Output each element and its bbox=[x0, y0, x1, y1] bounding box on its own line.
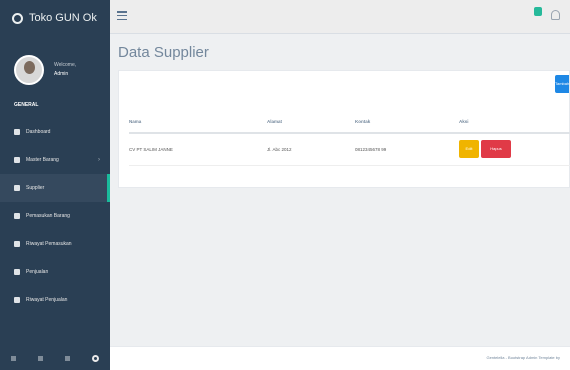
history-icon bbox=[14, 241, 20, 247]
sidebar-footer bbox=[0, 346, 110, 370]
add-supplier-button[interactable]: Tambah bbox=[555, 75, 569, 93]
footer: Gentelella - Bootstrap Admin Template by bbox=[110, 346, 570, 370]
sidebar-menu: Dashboard Master Barang › Supplier Pemas… bbox=[0, 118, 110, 314]
power-icon[interactable] bbox=[92, 354, 99, 362]
content-panel: Tambah Nama Alamat Kontak Aksi CV PT SAL… bbox=[118, 70, 570, 188]
fullscreen-icon[interactable] bbox=[38, 355, 43, 361]
cell-aksi: Edit Hapus bbox=[459, 133, 570, 166]
sidebar-item-pemasukan-barang[interactable]: Pemasukan Barang bbox=[0, 202, 110, 230]
sidebar-item-label: Pemasukan Barang bbox=[26, 213, 70, 219]
table-header-row: Nama Alamat Kontak Aksi bbox=[129, 111, 570, 134]
cell-nama: CV PT SALIM JANNE bbox=[129, 133, 267, 166]
sidebar-item-label: Master Barang bbox=[26, 157, 59, 163]
clock-icon bbox=[14, 297, 20, 303]
sidebar-item-riwayat-penjualan[interactable]: Riwayat Penjualan bbox=[0, 286, 110, 314]
chart-icon bbox=[14, 269, 20, 275]
footer-text: Gentelella - Bootstrap Admin Template by bbox=[486, 355, 560, 360]
chevron-icon: › bbox=[98, 157, 100, 163]
settings-icon[interactable] bbox=[11, 355, 16, 361]
sidebar-item-label: Riwayat Pemasukan bbox=[26, 241, 72, 247]
sidebar-section-title: GENERAL bbox=[14, 102, 39, 108]
sidebar-item-master-barang[interactable]: Master Barang › bbox=[0, 146, 110, 174]
profile-welcome: Welcome, bbox=[54, 62, 77, 68]
table-row: CV PT SALIM JANNE Jl. Abc 2012 081234567… bbox=[129, 133, 570, 166]
user-icon[interactable] bbox=[551, 10, 560, 20]
paw-icon bbox=[12, 12, 23, 24]
lock-icon[interactable] bbox=[65, 355, 70, 361]
sidebar-item-riwayat-pemasukan[interactable]: Riwayat Pemasukan bbox=[0, 230, 110, 258]
column-header-nama: Nama bbox=[129, 111, 267, 134]
page-title: Data Supplier bbox=[118, 44, 209, 61]
profile: Welcome, Admin bbox=[0, 36, 110, 96]
profile-text: Welcome, Admin bbox=[54, 61, 76, 79]
delete-button[interactable]: Hapus bbox=[481, 140, 511, 159]
brand-title: Toko GUN Ok bbox=[29, 12, 97, 24]
desktop-icon bbox=[14, 157, 20, 163]
column-header-aksi: Aksi bbox=[459, 111, 570, 134]
menu-toggle-icon[interactable] bbox=[117, 11, 127, 20]
sidebar-item-label: Riwayat Penjualan bbox=[26, 297, 68, 303]
brand[interactable]: Toko GUN Ok bbox=[0, 0, 110, 36]
monitor-icon bbox=[14, 213, 20, 219]
cell-alamat: Jl. Abc 2012 bbox=[267, 133, 355, 166]
sidebar-item-label: Dashboard bbox=[26, 129, 51, 135]
sidebar-item-penjualan[interactable]: Penjualan bbox=[0, 258, 110, 286]
sidebar-item-label: Penjualan bbox=[26, 269, 49, 275]
truck-icon bbox=[14, 185, 20, 191]
edit-button[interactable]: Edit bbox=[459, 140, 479, 159]
column-header-kontak: Kontak bbox=[355, 111, 459, 134]
avatar bbox=[14, 55, 44, 85]
column-header-alamat: Alamat bbox=[267, 111, 355, 134]
notification-icon[interactable] bbox=[534, 7, 542, 16]
sidebar-item-dashboard[interactable]: Dashboard bbox=[0, 118, 110, 146]
sidebar-item-label: Supplier bbox=[26, 185, 45, 191]
supplier-table: Nama Alamat Kontak Aksi CV PT SALIM JANN… bbox=[129, 111, 570, 166]
sidebar-item-supplier[interactable]: Supplier bbox=[0, 174, 110, 202]
cell-kontak: 0812345678 99 bbox=[355, 133, 459, 166]
dashboard-icon bbox=[14, 129, 20, 135]
profile-name: Admin bbox=[54, 71, 69, 77]
topbar bbox=[110, 0, 570, 34]
sidebar: Toko GUN Ok Welcome, Admin GENERAL Dashb… bbox=[0, 0, 110, 370]
